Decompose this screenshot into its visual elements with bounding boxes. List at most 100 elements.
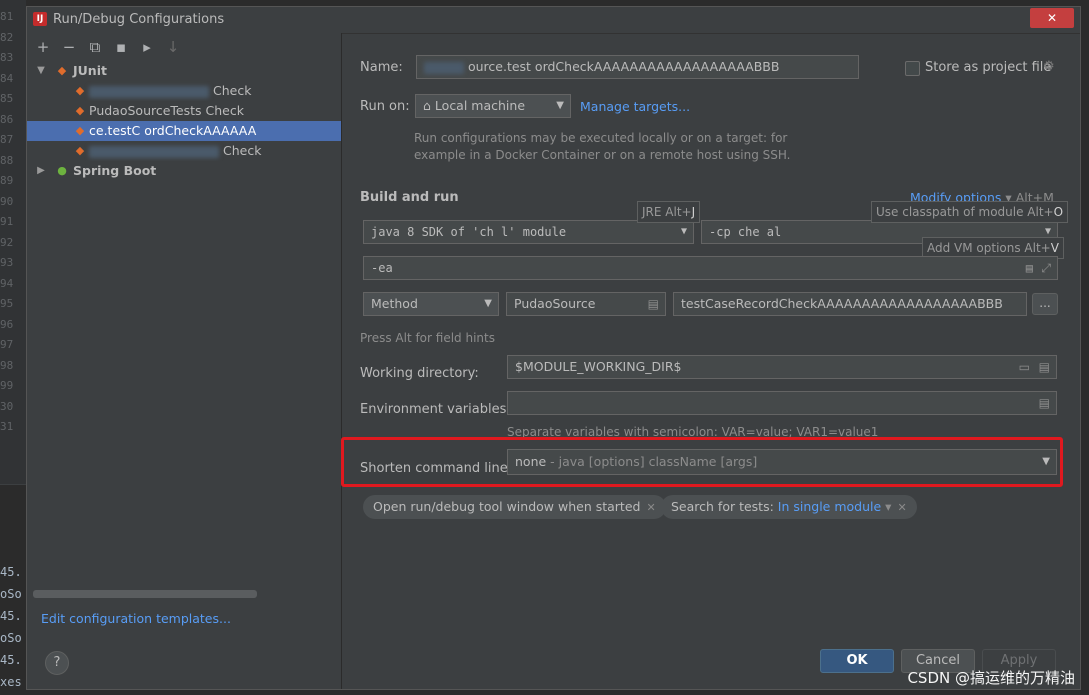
browse-class-icon[interactable]: ▤ — [648, 293, 659, 315]
close-icon[interactable]: ✕ — [646, 501, 655, 514]
console-panel: 45. oSo 45. oSo 45. xes — [0, 484, 26, 695]
edit-env-icon[interactable]: ▤ — [1039, 392, 1050, 414]
junit-test-icon: ◆ — [75, 104, 85, 117]
run-on-hint-line2: example in a Docker Container or on a re… — [414, 148, 791, 162]
name-value: ource.test ordCheckAAAAAAAAAAAAAAAAAABBB — [467, 59, 780, 74]
vm-options-field[interactable]: -ea ▤ ⤢ — [363, 256, 1058, 280]
spring-boot-icon: ● — [57, 164, 67, 177]
store-as-project-checkbox[interactable] — [905, 61, 920, 76]
environment-variables-label: Environment variables: — [360, 402, 511, 417]
vm-tip-text: Add VM options Alt+ — [927, 241, 1051, 255]
sort-icon[interactable]: ↓ — [165, 39, 181, 55]
console-line: 45. — [0, 653, 22, 667]
csdn-watermark: CSDN @搞运维的万精油 — [907, 669, 1075, 687]
browse-method-button[interactable]: ... — [1032, 293, 1058, 315]
name-label: Name: — [360, 60, 403, 75]
edit-templates-link[interactable]: Edit configuration templates... — [41, 611, 231, 626]
redacted-blur — [424, 61, 464, 74]
redacted-blur — [89, 145, 219, 158]
tree-item[interactable]: ◆ PudaoSourceTests Check — [27, 101, 341, 121]
gutter-line-number: 30 — [0, 399, 14, 413]
gutter-line-number: 91 — [0, 215, 14, 228]
name-field[interactable]: ource.test ordCheckAAAAAAAAAAAAAAAAAABBB — [416, 55, 859, 79]
console-line: 45. — [0, 565, 22, 579]
run-on-hint-line1: Run configurations may be executed local… — [414, 131, 788, 145]
add-icon[interactable]: + — [35, 39, 51, 55]
run-on-combo[interactable]: ⌂ Local machine ▼ — [415, 94, 571, 118]
jre-hint-tooltip: JRE Alt+J — [637, 201, 701, 223]
dialog-titlebar[interactable]: IJ Run/Debug Configurations ✕ — [27, 7, 1080, 34]
gutter-line-number: 97 — [0, 338, 14, 351]
tree-item-label: PudaoSourceTests Check — [89, 103, 244, 118]
tree-item-label: Check — [89, 141, 261, 161]
tree-node-spring-boot[interactable]: ▶ ● Spring Boot — [27, 161, 341, 181]
chip-value[interactable]: In single module — [778, 499, 881, 514]
fullscreen-icon[interactable]: ⤢ — [1041, 257, 1051, 279]
jdk-value: java 8 SDK of 'ch l' module — [371, 225, 567, 239]
chevron-right-icon[interactable]: ▶ — [35, 161, 47, 181]
ok-button[interactable]: OK — [820, 649, 894, 673]
gutter-line-number: 99 — [0, 379, 14, 392]
run-debug-dialog: IJ Run/Debug Configurations ✕ + − ⧉ ▪ ▸ … — [26, 6, 1081, 690]
tree-item[interactable]: ◆ Check — [27, 141, 341, 161]
console-line: oSo — [0, 587, 22, 601]
insert-macro-icon[interactable]: ▤ — [1039, 356, 1050, 378]
classpath-value: -cp che al — [709, 225, 782, 239]
test-kind-combo[interactable]: Method ▼ — [363, 292, 499, 316]
chevron-down-icon: ▼ — [484, 298, 492, 309]
working-directory-field[interactable]: $MODULE_WORKING_DIR$ ▭ ▤ — [507, 355, 1057, 379]
folder-icon[interactable]: ▸ — [139, 39, 155, 55]
redacted-blur — [89, 85, 209, 98]
highlight-annotation-box — [341, 437, 1063, 487]
intellij-app-icon: IJ — [33, 12, 47, 26]
configurations-tree-pane: + − ⧉ ▪ ▸ ↓ ▼ ◆ JUnit ◆ Check ◆ PudaoSou… — [27, 33, 342, 689]
junit-test-icon: ◆ — [75, 124, 85, 137]
environment-variables-field[interactable]: ▤ — [507, 391, 1057, 415]
tree-item-selected[interactable]: ◆ ce.testC ordCheckAAAAAA — [27, 121, 341, 141]
close-icon[interactable]: ✕ — [897, 501, 906, 514]
remove-icon[interactable]: − — [61, 39, 77, 55]
tree-node-label: JUnit — [73, 63, 107, 78]
tree-node-junit[interactable]: ▼ ◆ JUnit — [27, 61, 341, 81]
test-method-value: testCaseRecordCheckAAAAAAAAAAAAAAAAAABBB — [681, 296, 1003, 311]
gutter-line-number: 98 — [0, 358, 14, 372]
copy-icon[interactable]: ⧉ — [87, 39, 103, 55]
help-button[interactable]: ? — [45, 651, 69, 675]
test-method-field[interactable]: testCaseRecordCheckAAAAAAAAAAAAAAAAAABBB — [673, 292, 1027, 316]
gutter-line-number: 89 — [0, 174, 14, 187]
open-tool-window-chip[interactable]: Open run/debug tool window when started ✕ — [363, 495, 666, 519]
working-directory-value: $MODULE_WORKING_DIR$ — [515, 359, 682, 374]
folder-icon[interactable]: ▭ — [1019, 356, 1030, 378]
chevron-down-icon[interactable]: ▼ — [35, 61, 47, 81]
gutter-line-number: 85 — [0, 92, 14, 105]
tree-item[interactable]: ◆ Check — [27, 81, 341, 101]
chip-label: Open run/debug tool window when started — [373, 499, 641, 514]
expand-text-icon[interactable]: ▤ — [1026, 257, 1033, 279]
gutter-line-number: 90 — [0, 194, 14, 208]
gutter-line-number: 92 — [0, 235, 14, 249]
search-for-tests-chip[interactable]: Search for tests: In single module ▾ ✕ — [661, 495, 917, 519]
close-button[interactable]: ✕ — [1030, 8, 1074, 28]
chevron-down-icon: ▼ — [556, 100, 564, 111]
test-kind-value: Method — [371, 296, 418, 311]
jre-tip-key: J — [691, 205, 696, 219]
jdk-combo[interactable]: java 8 SDK of 'ch l' module ▼ — [363, 220, 694, 244]
test-class-field[interactable]: PudaoSource ▤ — [506, 292, 666, 316]
tree-node-label: Spring Boot — [73, 163, 157, 178]
tree-horizontal-scrollbar[interactable] — [33, 590, 257, 598]
dialog-title: Run/Debug Configurations — [53, 12, 225, 27]
vm-tip-key: V — [1050, 241, 1059, 255]
gutter-line-number: 86 — [0, 112, 14, 126]
junit-test-icon: ◆ — [75, 84, 85, 97]
tree-item-label: Check — [89, 81, 251, 101]
gear-icon[interactable]: ⚙ — [1043, 59, 1055, 74]
home-icon: ⌂ — [423, 98, 431, 113]
classpath-hint-tooltip: Use classpath of module Alt+O — [871, 201, 1069, 223]
chip-label: Search for tests: — [671, 499, 778, 514]
working-directory-label: Working directory: — [360, 366, 479, 381]
save-icon[interactable]: ▪ — [113, 39, 129, 55]
manage-targets-link[interactable]: Manage targets... — [580, 99, 690, 114]
store-as-project-label: Store as project file — [925, 60, 1052, 75]
junit-icon: ◆ — [57, 64, 67, 77]
console-line: oSo — [0, 631, 22, 645]
